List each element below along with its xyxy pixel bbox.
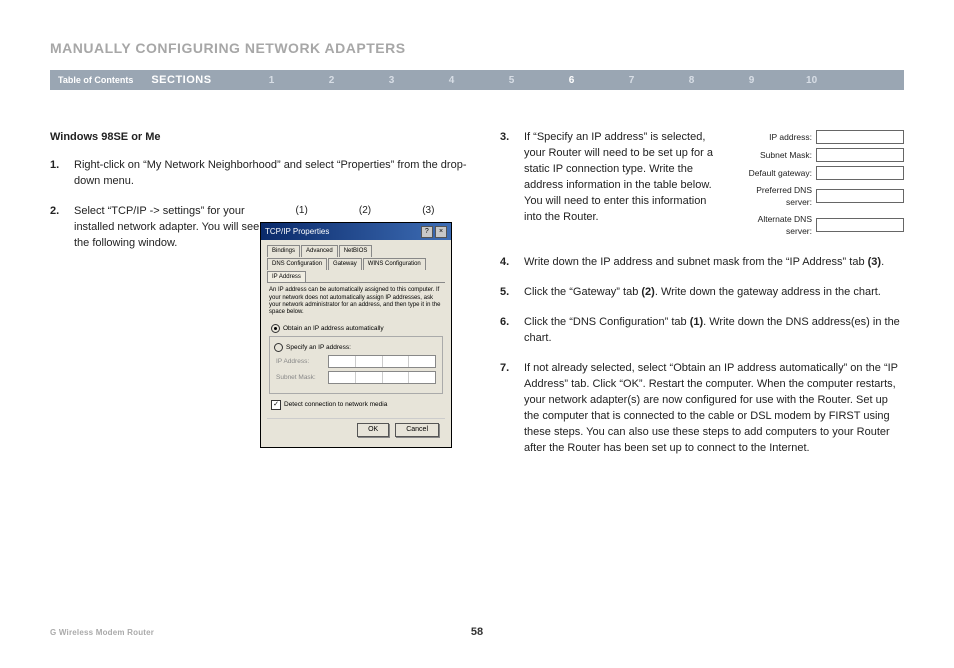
ip-address-input[interactable] xyxy=(328,355,436,368)
addr-dns2-label: Alternate DNS server: xyxy=(734,213,816,238)
page-footer: G Wireless Modem Router 58 xyxy=(50,626,904,638)
detect-connection-label: Detect connection to network media xyxy=(284,400,387,409)
addr-ip-box[interactable] xyxy=(816,130,904,144)
subnet-mask-label: Subnet Mask: xyxy=(276,373,324,382)
checkbox-icon: ✓ xyxy=(271,400,281,410)
step-6: 6. Click the “DNS Configuration” tab (1)… xyxy=(500,315,904,347)
ip-address-label: IP Address: xyxy=(276,357,324,366)
section-nav: Table of Contents SECTIONS 1 2 3 4 5 6 7… xyxy=(50,70,904,90)
subheading: Windows 98SE or Me xyxy=(50,130,470,146)
addr-dns2-box[interactable] xyxy=(816,218,904,232)
tab-netbios[interactable]: NetBIOS xyxy=(339,245,373,257)
ok-button[interactable]: OK xyxy=(357,423,389,437)
nav-section-4[interactable]: 4 xyxy=(422,75,482,86)
step-4: 4. Write down the IP address and subnet … xyxy=(500,255,904,271)
step-6-number: 6. xyxy=(500,315,524,347)
step-3-number: 3. xyxy=(500,130,524,227)
step-1: 1. Right-click on “My Network Neighborho… xyxy=(50,158,470,190)
step-1-number: 1. xyxy=(50,158,74,190)
detect-connection-checkbox[interactable]: ✓ Detect connection to network media xyxy=(271,400,443,410)
dialog-titlebar: TCP/IP Properties ? × xyxy=(261,223,451,240)
address-table: IP address: Subnet Mask: Default gateway… xyxy=(734,130,904,241)
dialog-tabs: Bindings Advanced NetBIOS DNS Configurat… xyxy=(267,244,445,283)
tab-bindings[interactable]: Bindings xyxy=(267,245,300,257)
radio-dot-icon xyxy=(274,343,283,352)
step-5-text: Click the “Gateway” tab (2). Write down … xyxy=(524,285,904,301)
step-1-text: Right-click on “My Network Neighborhood”… xyxy=(74,158,470,190)
addr-gateway-box[interactable] xyxy=(816,166,904,180)
dialog-help-icon[interactable]: ? xyxy=(421,226,433,238)
nav-toc[interactable]: Table of Contents xyxy=(58,75,151,85)
tab-advanced[interactable]: Advanced xyxy=(301,245,338,257)
nav-section-10[interactable]: 10 xyxy=(782,75,842,86)
marker-1: (1) xyxy=(296,204,308,219)
page-number: 58 xyxy=(335,626,620,638)
step-5-number: 5. xyxy=(500,285,524,301)
dialog-title-text: TCP/IP Properties xyxy=(265,226,329,238)
nav-section-1[interactable]: 1 xyxy=(242,75,302,86)
dialog-description: An IP address can be automatically assig… xyxy=(269,287,443,316)
step-4-text: Write down the IP address and subnet mas… xyxy=(524,255,904,271)
nav-section-6[interactable]: 6 xyxy=(542,75,602,86)
subnet-mask-input[interactable] xyxy=(328,371,436,384)
marker-2: (2) xyxy=(359,204,371,219)
step-7-text: If not already selected, select “Obtain … xyxy=(524,361,904,457)
tab-dns-configuration[interactable]: DNS Configuration xyxy=(267,258,327,270)
step-7: 7. If not already selected, select “Obta… xyxy=(500,361,904,457)
nav-sections-label: SECTIONS xyxy=(151,74,241,86)
nav-section-3[interactable]: 3 xyxy=(362,75,422,86)
nav-section-2[interactable]: 2 xyxy=(302,75,362,86)
addr-dns1-box[interactable] xyxy=(816,189,904,203)
step-2-number: 2. xyxy=(50,204,74,448)
tab-wins-configuration[interactable]: WINS Configuration xyxy=(363,258,426,270)
step-2-text: Select “TCP/IP -> settings” for your ins… xyxy=(74,204,260,448)
nav-section-7[interactable]: 7 xyxy=(602,75,662,86)
addr-mask-label: Subnet Mask: xyxy=(734,149,816,161)
tab-gateway[interactable]: Gateway xyxy=(328,258,362,270)
tab-ip-address[interactable]: IP Address xyxy=(267,271,306,283)
step-3: 3. If “Specify an IP address” is selecte… xyxy=(500,130,714,227)
radio-obtain-auto-label: Obtain an IP address automatically xyxy=(283,324,384,333)
marker-3: (3) xyxy=(422,204,434,219)
step-3-text: If “Specify an IP address” is selected, … xyxy=(524,130,714,227)
addr-ip-label: IP address: xyxy=(734,131,816,143)
dialog-markers: (1) (2) (3) xyxy=(260,204,470,219)
nav-section-9[interactable]: 9 xyxy=(722,75,782,86)
dialog-close-icon[interactable]: × xyxy=(435,226,447,238)
addr-gateway-label: Default gateway: xyxy=(734,167,816,179)
nav-section-5[interactable]: 5 xyxy=(482,75,542,86)
step-4-number: 4. xyxy=(500,255,524,271)
step-6-text: Click the “DNS Configuration” tab (1). W… xyxy=(524,315,904,347)
radio-obtain-auto[interactable]: Obtain an IP address automatically xyxy=(271,324,445,333)
tcpip-dialog: TCP/IP Properties ? × Bindings Advanced … xyxy=(260,222,452,448)
step-7-number: 7. xyxy=(500,361,524,457)
step-5: 5. Click the “Gateway” tab (2). Write do… xyxy=(500,285,904,301)
cancel-button[interactable]: Cancel xyxy=(395,423,439,437)
page-title: MANUALLY CONFIGURING NETWORK ADAPTERS xyxy=(50,40,904,56)
radio-dot-icon xyxy=(271,324,280,333)
addr-mask-box[interactable] xyxy=(816,148,904,162)
addr-dns1-label: Preferred DNS server: xyxy=(734,184,816,209)
nav-section-8[interactable]: 8 xyxy=(662,75,722,86)
radio-specify-ip[interactable]: Specify an IP address: xyxy=(274,343,436,352)
footer-product-name: G Wireless Modem Router xyxy=(50,628,335,637)
radio-specify-ip-label: Specify an IP address: xyxy=(286,343,351,352)
